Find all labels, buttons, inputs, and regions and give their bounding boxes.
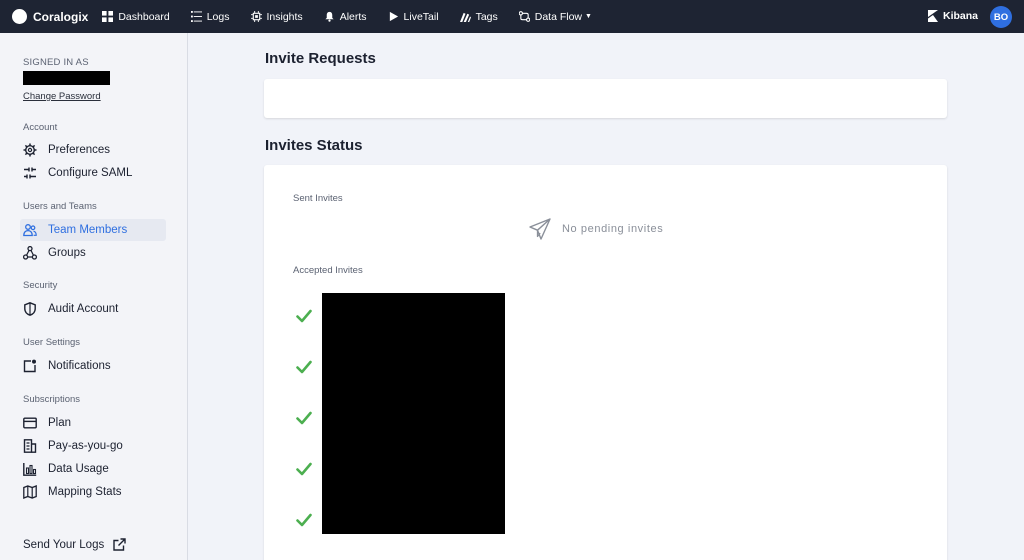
check-icon bbox=[296, 309, 312, 323]
nav-dashboard[interactable]: Dashboard bbox=[102, 10, 170, 23]
bell-icon bbox=[325, 11, 334, 22]
tags-icon bbox=[459, 12, 471, 22]
section-label-security: Security bbox=[23, 280, 58, 291]
invoice-icon bbox=[23, 439, 37, 453]
sliders-icon bbox=[24, 167, 36, 179]
gear-icon bbox=[23, 143, 37, 157]
section-label-users-and-teams: Users and Teams bbox=[23, 201, 97, 212]
send-logs-label: Send Your Logs bbox=[23, 538, 105, 551]
dashboard-icon bbox=[102, 11, 114, 22]
nav-alerts-label: Alerts bbox=[339, 10, 367, 23]
sidebar-item-label: Notifications bbox=[48, 360, 111, 372]
kibana-link[interactable]: Kibana bbox=[928, 10, 978, 22]
bar-chart-icon bbox=[23, 463, 37, 476]
sidebar-item-label: Preferences bbox=[48, 144, 111, 156]
sidebar-item-audit-account[interactable]: Audit Account bbox=[20, 298, 166, 320]
check-icon bbox=[296, 360, 312, 374]
nav-logs[interactable]: Logs bbox=[190, 10, 230, 23]
notification-icon bbox=[23, 359, 36, 373]
kibana-icon bbox=[928, 10, 938, 22]
sidebar-item-notifications[interactable]: Notifications bbox=[20, 355, 166, 377]
accepted-invites-label: Accepted Invites bbox=[293, 265, 363, 276]
sidebar-item-mapping-stats[interactable]: Mapping Stats bbox=[20, 481, 166, 503]
brand-name: Coralogix bbox=[33, 9, 89, 24]
sidebar-item-configure-saml[interactable]: Configure SAML bbox=[20, 162, 166, 184]
nav-data-flow[interactable]: Data Flow ▼ bbox=[518, 10, 592, 23]
sidebar-item-groups[interactable]: Groups bbox=[20, 242, 166, 264]
nav-logs-label: Logs bbox=[206, 10, 230, 23]
sent-invites-label: Sent Invites bbox=[293, 193, 343, 204]
brand-logo[interactable]: Coralogix bbox=[12, 9, 88, 24]
nav-tags[interactable]: Tags bbox=[459, 10, 498, 23]
map-icon bbox=[23, 485, 37, 499]
play-icon bbox=[389, 11, 398, 22]
external-link-icon bbox=[113, 538, 126, 551]
coralogix-logo-icon bbox=[12, 9, 27, 24]
sidebar-item-label: Groups bbox=[48, 247, 86, 259]
nav-insights-label: Insights bbox=[266, 10, 303, 23]
shield-icon bbox=[24, 302, 36, 316]
nav-alerts[interactable]: Alerts bbox=[324, 11, 367, 23]
nav-data-flow-label: Data Flow bbox=[534, 10, 583, 23]
nav-dashboard-label: Dashboard bbox=[118, 10, 170, 23]
check-icon bbox=[296, 513, 312, 527]
check-icon bbox=[296, 462, 312, 476]
chevron-down-icon: ▼ bbox=[585, 13, 592, 20]
signed-in-label: SIGNED IN AS bbox=[23, 57, 89, 68]
top-navigation-bar: Coralogix Dashboard Logs Insights Alerts… bbox=[0, 0, 1024, 33]
redacted-accepted-emails bbox=[322, 293, 505, 534]
sidebar-item-label: Data Usage bbox=[48, 463, 109, 475]
sidebar-item-label: Plan bbox=[48, 417, 72, 429]
sidebar-item-team-members[interactable]: Team Members bbox=[20, 219, 166, 241]
change-password-link[interactable]: Change Password bbox=[23, 91, 101, 102]
insights-icon bbox=[250, 11, 262, 22]
invites-status-title: Invites Status bbox=[265, 137, 363, 154]
sidebar-item-label: Configure SAML bbox=[48, 167, 133, 179]
user-avatar[interactable]: BO bbox=[990, 6, 1012, 28]
sidebar-item-label: Pay-as-you-go bbox=[48, 440, 123, 452]
invites-status-card: Sent Invites No pending invites Accepted… bbox=[264, 165, 947, 560]
sidebar-item-plan[interactable]: Plan bbox=[20, 412, 166, 434]
section-label-user-settings: User Settings bbox=[23, 337, 81, 348]
sidebar-item-data-usage[interactable]: Data Usage bbox=[20, 458, 166, 480]
invite-requests-title: Invite Requests bbox=[265, 50, 376, 67]
sidebar-item-label: Audit Account bbox=[48, 303, 119, 315]
check-icon bbox=[296, 411, 312, 425]
settings-sidebar: SIGNED IN AS Change Password Account Pre… bbox=[0, 33, 188, 560]
nav-tags-label: Tags bbox=[475, 10, 498, 23]
invite-requests-card bbox=[264, 79, 947, 118]
paper-plane-icon bbox=[529, 218, 551, 240]
send-your-logs-link[interactable]: Send Your Logs bbox=[23, 538, 126, 551]
team-members-icon bbox=[23, 224, 37, 237]
sidebar-item-label: Mapping Stats bbox=[48, 486, 122, 498]
redacted-username bbox=[23, 71, 110, 85]
sidebar-item-pay-as-you-go[interactable]: Pay-as-you-go bbox=[20, 435, 166, 457]
groups-icon bbox=[23, 246, 37, 260]
logs-icon bbox=[190, 11, 202, 22]
no-pending-text: No pending invites bbox=[562, 223, 664, 235]
sidebar-item-label: Team Members bbox=[48, 224, 128, 236]
section-label-subscriptions: Subscriptions bbox=[23, 394, 81, 405]
data-flow-icon bbox=[518, 11, 530, 22]
nav-insights[interactable]: Insights bbox=[250, 10, 303, 23]
sidebar-item-preferences[interactable]: Preferences bbox=[20, 139, 166, 161]
nav-livetail-label: LiveTail bbox=[403, 10, 439, 23]
no-pending-invites: No pending invites bbox=[528, 217, 663, 241]
section-label-account: Account bbox=[23, 122, 58, 133]
nav-livetail[interactable]: LiveTail bbox=[388, 11, 439, 23]
credit-card-icon bbox=[23, 417, 37, 429]
kibana-label: Kibana bbox=[943, 10, 979, 22]
